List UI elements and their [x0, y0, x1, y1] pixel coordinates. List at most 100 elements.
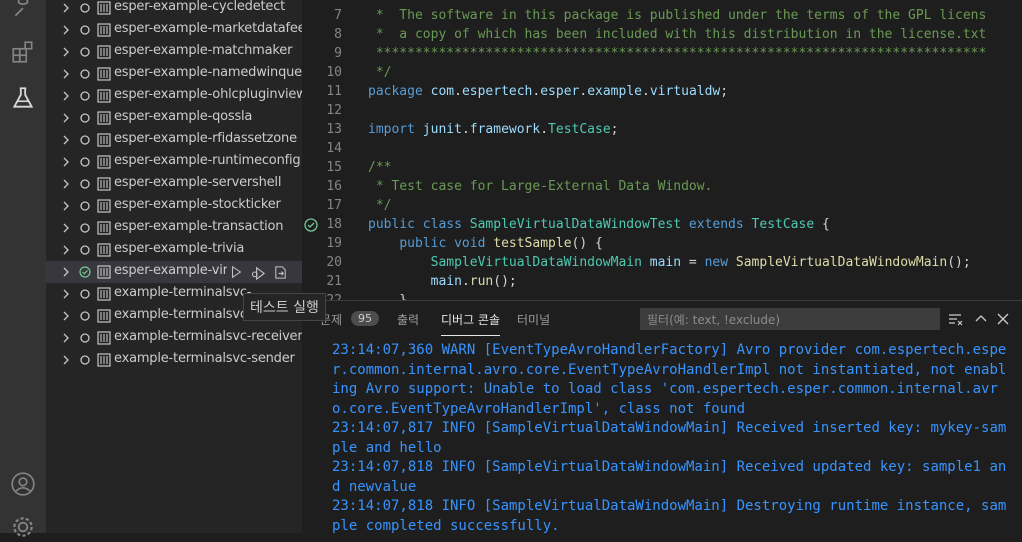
line-number: 11: [326, 84, 342, 99]
console-line: 23:14:07,818 INFO [SampleVirtualDataWind…: [332, 459, 1007, 495]
package-icon: [97, 287, 111, 301]
test-tree-item-label: esper-example-trivia: [114, 241, 245, 256]
package-icon: [97, 243, 111, 257]
test-tree-item[interactable]: esper-example-cycledetect: [46, 0, 302, 19]
chevron-right-icon[interactable]: [60, 200, 72, 212]
test-tree-item[interactable]: esper-example-rfidassetzone: [46, 129, 302, 151]
test-tree-item-label: esper-example-ohlcpluginview: [114, 87, 302, 102]
code-text: */: [368, 198, 392, 213]
code-line[interactable]: 15 /**: [302, 160, 1022, 179]
chevron-right-icon[interactable]: [60, 2, 72, 14]
test-tree-item[interactable]: esper-example-matchmaker: [46, 41, 302, 63]
chevron-right-icon[interactable]: [60, 156, 72, 168]
code-editor[interactable]: 7 * The software in this package is publ…: [302, 0, 1022, 300]
code-line[interactable]: 17 */: [302, 198, 1022, 217]
code-line[interactable]: 9 **************************************…: [302, 46, 1022, 65]
console-line: 23:14:07,360 WARN [EventTypeAvroHandlerF…: [332, 342, 1007, 417]
go-to-test-icon[interactable]: [271, 263, 289, 281]
line-number: 19: [326, 236, 342, 251]
test-tree-item[interactable]: esper-example-trivia: [46, 239, 302, 261]
package-icon: [97, 89, 111, 103]
test-tree-item[interactable]: esper-example-stockticker: [46, 195, 302, 217]
line-number: 9: [334, 46, 342, 61]
code-line[interactable]: 13 import junit.framework.TestCase;: [302, 122, 1022, 141]
code-line[interactable]: 14: [302, 141, 1022, 160]
test-tree-item[interactable]: esper-example-qossla: [46, 107, 302, 129]
code-line[interactable]: 12: [302, 103, 1022, 122]
line-number: 17: [326, 198, 342, 213]
package-icon: [97, 221, 111, 235]
close-panel-icon[interactable]: [995, 311, 1011, 327]
test-tree-item-label: example-terminalsvc-: [114, 307, 252, 322]
chevron-right-icon[interactable]: [60, 112, 72, 124]
code-line[interactable]: 10 */: [302, 65, 1022, 84]
line-number: 18: [326, 217, 342, 232]
code-line[interactable]: 20 SampleVirtualDataWindowMain main = ne…: [302, 255, 1022, 274]
run-test-tooltip: 테스트 실행: [243, 293, 326, 321]
package-icon: [97, 199, 111, 213]
chevron-right-icon[interactable]: [60, 288, 72, 300]
package-icon: [97, 331, 111, 345]
code-text: import junit.framework.TestCase;: [368, 122, 619, 137]
settings-gear-icon[interactable]: [8, 512, 38, 542]
code-line[interactable]: 8 * a copy of which has been included wi…: [302, 27, 1022, 46]
code-line[interactable]: 11 package com.espertech.esper.example.vi…: [302, 84, 1022, 103]
debug-test-icon[interactable]: [249, 263, 267, 281]
test-tree-item-label: esper-example-transaction: [114, 219, 284, 234]
package-icon: [97, 45, 111, 59]
debug-icon[interactable]: [8, 0, 38, 22]
console-filter-input[interactable]: 필터(예: text, !exclude): [640, 308, 940, 330]
code-line[interactable]: 16 * Test case for Large-External Data W…: [302, 179, 1022, 198]
test-tree-item-label: esper-example-stockticker: [114, 197, 281, 212]
code-line[interactable]: 19 public void testSample() {: [302, 236, 1022, 255]
line-number: 13: [326, 122, 342, 137]
tab-output[interactable]: 출력: [397, 311, 419, 328]
code-text: }: [368, 293, 407, 300]
chevron-right-icon[interactable]: [60, 24, 72, 36]
test-tree-item[interactable]: example-terminalsvc-receiver: [46, 327, 302, 349]
test-not-run-icon: [80, 289, 90, 299]
chevron-right-icon[interactable]: [60, 244, 72, 256]
code-line[interactable]: 21 main.run();: [302, 274, 1022, 293]
run-test-icon[interactable]: [227, 263, 245, 281]
chevron-right-icon[interactable]: [60, 310, 72, 322]
chevron-right-icon[interactable]: [60, 46, 72, 58]
test-tree-item[interactable]: esper-example-marketdatafeed: [46, 19, 302, 41]
clear-console-icon[interactable]: [947, 311, 963, 327]
console-line: 23:14:07,817 INFO [SampleVirtualDataWind…: [332, 420, 1007, 456]
test-tree-item-label: esper-example-virt: [114, 263, 233, 278]
tab-terminal[interactable]: 터미널: [517, 311, 550, 328]
code-line[interactable]: 18 public class SampleVirtualDataWindowTe…: [302, 217, 1022, 236]
test-tree-item[interactable]: esper-example-transaction: [46, 217, 302, 239]
code-line[interactable]: 22 }: [302, 293, 1022, 300]
chevron-right-icon[interactable]: [60, 332, 72, 344]
test-tree-item-label: esper-example-matchmaker: [114, 43, 293, 58]
test-not-run-icon: [80, 223, 90, 233]
code-text: package com.espertech.esper.example.virt…: [368, 84, 729, 99]
chevron-right-icon[interactable]: [60, 134, 72, 146]
test-tree-item[interactable]: esper-example-servershell: [46, 173, 302, 195]
chevron-right-icon[interactable]: [60, 90, 72, 102]
test-tree-item[interactable]: esper-example-runtimeconfig: [46, 151, 302, 173]
tab-debug-console[interactable]: 디버그 콘솔: [441, 311, 501, 336]
line-number: 7: [334, 8, 342, 23]
chevron-right-icon[interactable]: [60, 222, 72, 234]
code-text: */: [368, 65, 392, 80]
account-icon[interactable]: [8, 469, 38, 499]
maximize-panel-icon[interactable]: [973, 311, 989, 327]
test-tree-item[interactable]: esper-example-virt: [46, 261, 302, 283]
chevron-right-icon[interactable]: [60, 354, 72, 366]
chevron-right-icon[interactable]: [60, 68, 72, 80]
line-number: 21: [326, 274, 342, 289]
console-line: 23:14:07,818 INFO [SampleVirtualDataWind…: [332, 498, 1007, 534]
code-line[interactable]: 7 * The software in this package is publ…: [302, 8, 1022, 27]
chevron-right-icon[interactable]: [60, 266, 72, 278]
test-not-run-icon: [80, 113, 90, 123]
chevron-right-icon[interactable]: [60, 178, 72, 190]
line-number: 20: [326, 255, 342, 270]
testing-icon[interactable]: [8, 83, 38, 113]
test-tree-item[interactable]: example-terminalsvc-sender: [46, 349, 302, 371]
test-tree-item[interactable]: esper-example-namedwinquery: [46, 63, 302, 85]
test-tree-item[interactable]: esper-example-ohlcpluginview: [46, 85, 302, 107]
extensions-icon[interactable]: [8, 37, 38, 67]
